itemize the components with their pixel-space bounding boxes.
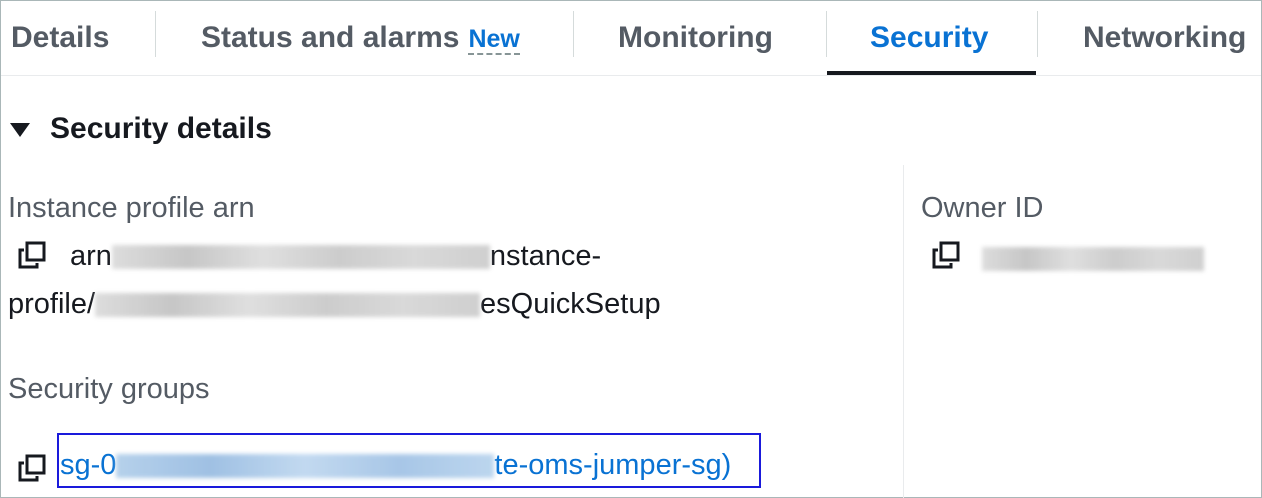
redacted-text <box>111 245 490 270</box>
tab-status-and-alarms[interactable]: Status and alarms New <box>201 1 520 75</box>
tab-label: Details <box>11 21 110 54</box>
arn-suffix: nstance- <box>489 240 602 272</box>
arn-prefix: arn <box>70 240 112 272</box>
sg-link-prefix: sg-0 <box>60 449 117 481</box>
tab-networking[interactable]: Networking <box>1083 1 1246 75</box>
sg-link-suffix: te-oms-jumper-sg) <box>494 449 732 481</box>
instance-profile-arn-label: Instance profile arn <box>8 192 255 224</box>
instance-profile-arn-value-line2: profile/esQuickSetup <box>8 288 661 321</box>
copy-icon[interactable] <box>18 454 46 482</box>
copy-icon[interactable] <box>932 241 960 269</box>
owner-id-value <box>982 242 1204 275</box>
section-title: Security details <box>50 112 272 145</box>
tab-label: Status and alarms <box>201 21 460 54</box>
column-divider <box>903 165 904 498</box>
arn-profile-suffix: esQuickSetup <box>480 288 661 320</box>
tab-label: Security <box>870 21 989 54</box>
security-details-toggle[interactable]: Security details <box>10 112 272 146</box>
redacted-text <box>116 454 495 479</box>
tab-details[interactable]: Details <box>11 1 109 75</box>
tab-label: Monitoring <box>618 21 773 54</box>
caret-down-icon <box>10 123 30 137</box>
tab-bar: Details Status and alarms New Monitoring… <box>1 1 1261 76</box>
owner-id-label: Owner ID <box>921 192 1044 224</box>
arn-profile-prefix: profile/ <box>8 288 96 320</box>
instance-profile-arn-value-line1: arn nstance- <box>70 240 601 273</box>
security-groups-label: Security groups <box>8 373 210 405</box>
tab-separator <box>1037 11 1038 57</box>
new-badge: New <box>468 24 520 55</box>
redacted-text <box>982 247 1204 272</box>
tab-label: Networking <box>1083 21 1247 54</box>
redacted-text <box>95 293 481 318</box>
tab-monitoring[interactable]: Monitoring <box>618 1 773 75</box>
active-tab-indicator <box>827 71 1036 75</box>
security-group-link[interactable]: sg-0 te-oms-jumper-sg) <box>60 449 731 482</box>
tab-separator <box>573 11 574 57</box>
tab-security[interactable]: Security <box>870 1 988 75</box>
copy-icon[interactable] <box>18 241 46 269</box>
tab-separator <box>155 11 156 57</box>
tab-separator <box>826 11 827 57</box>
